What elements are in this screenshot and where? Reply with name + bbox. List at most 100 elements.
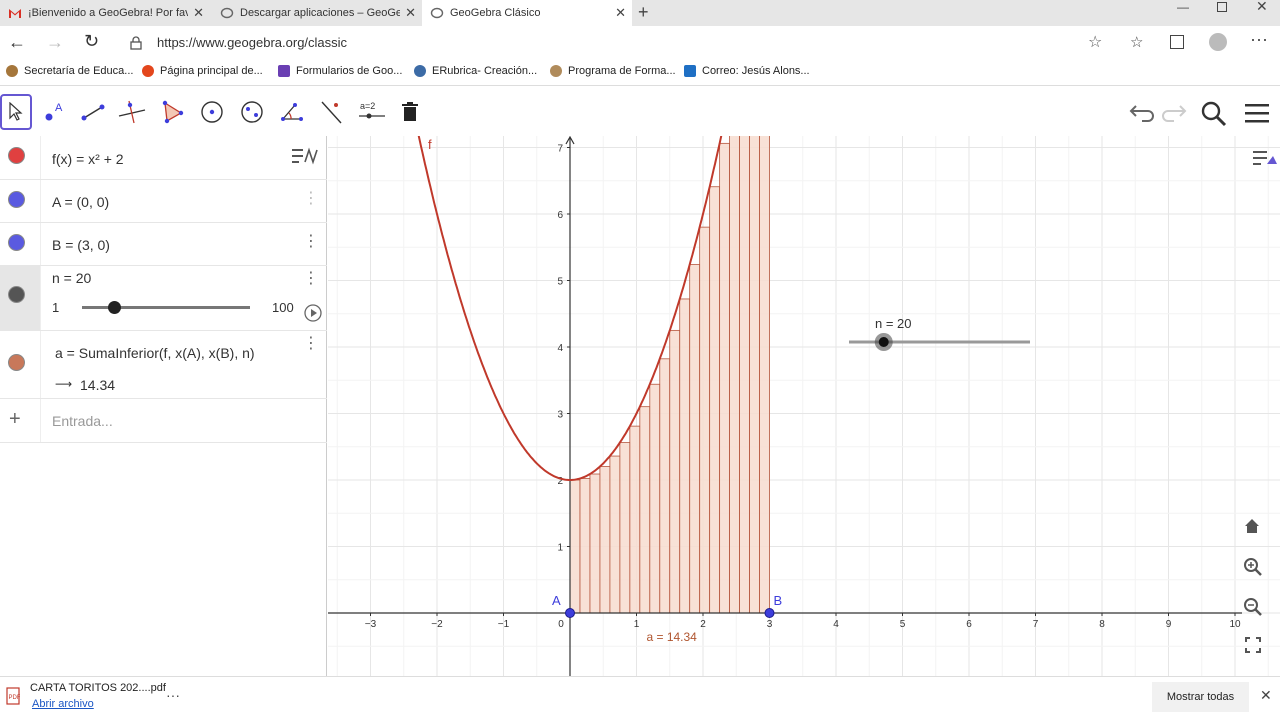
play-button[interactable]	[304, 304, 322, 327]
window-close-button[interactable]: ✕	[1256, 0, 1268, 15]
tab-descargar[interactable]: Descargar aplicaciones – GeoGe ✕	[212, 0, 422, 26]
redo-button[interactable]	[1160, 102, 1188, 129]
more-vert-icon[interactable]: ⋮	[303, 188, 319, 208]
algebra-style-button[interactable]	[289, 142, 323, 172]
new-tab-button[interactable]: +	[638, 2, 649, 23]
visibility-toggle[interactable]	[8, 234, 25, 251]
polygon-tool[interactable]	[156, 94, 188, 130]
tab-gmail[interactable]: ¡Bienvenido a GeoGebra! Por fav ✕	[0, 0, 210, 26]
bookmark-item[interactable]: Correo: Jesús Alons...	[684, 65, 810, 77]
algebra-item-sum[interactable]: a = SumaInferior(f, x(A), x(B), n) ⋮ ⟶ 1…	[0, 331, 327, 399]
algebra-expression: f(x) = x² + 2	[52, 151, 124, 167]
home-button[interactable]	[1242, 516, 1262, 541]
graphics-slider-caption: n = 20	[875, 316, 912, 331]
algebra-expression: B = (3, 0)	[52, 237, 110, 253]
perpendicular-tool[interactable]	[116, 94, 148, 130]
bookmark-label: Programa de Forma...	[568, 65, 676, 77]
tab-label: ¡Bienvenido a GeoGebra! Por fav	[28, 7, 188, 19]
algebra-slider-track[interactable]	[82, 306, 250, 309]
tab-geogebra-clasico[interactable]: GeoGebra Clásico ✕	[422, 0, 632, 26]
more-vert-icon[interactable]: ⋮	[303, 333, 319, 353]
angle-tool[interactable]	[276, 94, 308, 130]
home-icon	[1245, 519, 1259, 533]
collections-icon[interactable]	[1170, 35, 1184, 49]
bookmark-item[interactable]: Secretaría de Educa...	[6, 65, 133, 77]
add-icon[interactable]: +	[9, 408, 21, 431]
zoom-in-icon	[1244, 558, 1262, 576]
algebra-input-row[interactable]: + Entrada...	[0, 399, 327, 443]
x-tick-label: 4	[833, 619, 839, 630]
algebra-slider-knob[interactable]	[108, 301, 122, 314]
favorites-icon[interactable]: ☆	[1130, 33, 1143, 51]
slider-tool[interactable]: a=2	[356, 94, 388, 130]
ellipse-tool[interactable]	[236, 94, 268, 130]
move-tool[interactable]	[0, 94, 32, 130]
reload-button[interactable]: ↻	[84, 31, 99, 52]
bookmark-item[interactable]: ERubrica- Creación...	[414, 65, 537, 77]
undo-button[interactable]	[1128, 102, 1156, 129]
bookmark-item[interactable]: Programa de Forma...	[550, 65, 676, 77]
tab-label: Descargar aplicaciones – GeoGe	[240, 7, 400, 19]
algebra-expression: n = 20	[52, 270, 92, 286]
point-tool[interactable]: A	[38, 94, 70, 130]
y-tick-label: 7	[557, 144, 563, 155]
area-caption: a = 14.34	[646, 630, 697, 644]
download-filename[interactable]: CARTA TORITOS 202....pdf	[30, 682, 166, 694]
algebra-item-a[interactable]: A = (0, 0) ⋮	[0, 180, 327, 223]
menu-button[interactable]	[1244, 102, 1270, 129]
fullscreen-button[interactable]	[1244, 636, 1262, 659]
download-more-icon[interactable]: ···	[166, 687, 180, 703]
graphics-slider[interactable]: n = 20	[849, 316, 1030, 351]
tab-label: GeoGebra Clásico	[450, 7, 541, 19]
riemann-rectangle	[609, 455, 621, 614]
bookmark-label: Correo: Jesús Alons...	[702, 65, 810, 77]
algebra-input[interactable]: Entrada...	[52, 413, 113, 429]
algebra-expression: a = SumaInferior(f, x(A), x(B), n)	[55, 345, 255, 361]
close-download-bar-icon[interactable]: ✕	[1260, 687, 1272, 704]
algebra-item-n[interactable]: n = 20 ⋮ 1 100	[0, 266, 327, 331]
bookmark-item[interactable]: Página principal de...	[142, 65, 263, 77]
search-button[interactable]	[1200, 100, 1228, 133]
close-icon[interactable]: ✕	[193, 5, 204, 21]
segment-tool[interactable]	[77, 94, 109, 130]
maximize-button[interactable]	[1217, 2, 1227, 12]
algebra-item-b[interactable]: B = (3, 0) ⋮	[0, 223, 327, 266]
graphics-style-button[interactable]	[1247, 142, 1277, 172]
point-icon: A	[45, 102, 63, 121]
more-vert-icon[interactable]: ⋮	[303, 268, 319, 288]
close-icon[interactable]: ✕	[615, 5, 626, 21]
visibility-toggle[interactable]	[8, 147, 25, 164]
show-all-button[interactable]: Mostrar todas	[1152, 682, 1249, 712]
minimize-button[interactable]: —	[1177, 0, 1189, 14]
svg-text:A: A	[55, 102, 63, 114]
visibility-toggle[interactable]	[8, 191, 25, 208]
bookmark-item[interactable]: Formularios de Goo...	[278, 65, 402, 77]
back-button[interactable]: ←	[8, 32, 26, 53]
zoom-out-button[interactable]	[1242, 596, 1264, 623]
riemann-rectangle	[649, 383, 661, 614]
more-vert-icon[interactable]: ⋮	[303, 231, 319, 251]
open-file-link[interactable]: Abrir archivo	[32, 698, 94, 710]
zoom-in-button[interactable]	[1242, 556, 1264, 583]
riemann-rectangle	[689, 264, 701, 614]
x-tick-label: 0	[558, 619, 564, 630]
x-tick-label: −3	[365, 619, 377, 630]
forward-button[interactable]: →	[46, 32, 64, 53]
point-b[interactable]	[764, 608, 775, 618]
profile-avatar[interactable]	[1209, 33, 1227, 51]
delete-tool[interactable]	[394, 94, 426, 130]
reflect-tool[interactable]	[316, 94, 348, 130]
visibility-toggle[interactable]	[8, 354, 25, 371]
algebra-item-f[interactable]: f(x) = x² + 2	[0, 136, 327, 180]
address-bar[interactable]: https://www.geogebra.org/classic ☆	[120, 28, 1115, 58]
settings-more-icon[interactable]: ···	[1250, 29, 1268, 50]
point-a[interactable]	[565, 608, 575, 618]
close-icon[interactable]: ✕	[405, 5, 416, 21]
circle-tool[interactable]	[196, 94, 228, 130]
graphics-view[interactable]: −3 −2 −1 0 1 2 3 4 5 6 7 8 9 10 1 2 3 4 5 6 7 f A B a = 14.3…	[328, 96, 1280, 676]
visibility-toggle[interactable]	[8, 286, 25, 303]
circle-icon	[201, 101, 223, 123]
star-icon[interactable]: ☆	[1088, 32, 1102, 52]
y-tick-label: 1	[557, 543, 563, 554]
graphics-canvas[interactable]: −3 −2 −1 0 1 2 3 4 5 6 7 8 9 101234567 f A B a = 14.3…	[328, 96, 1280, 676]
